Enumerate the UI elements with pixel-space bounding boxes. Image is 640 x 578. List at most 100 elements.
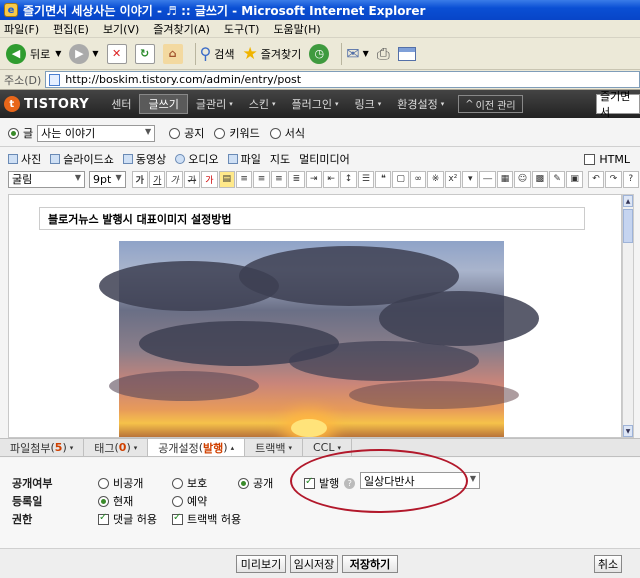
address-input[interactable]: http://boskim.tistory.com/admin/entry/po… bbox=[45, 71, 640, 88]
superscript-button[interactable]: x² bbox=[444, 170, 462, 188]
special-char-button[interactable]: ※ bbox=[427, 170, 444, 188]
divider-button[interactable]: ― bbox=[479, 170, 496, 188]
allow-comments[interactable]: 댓글 허용 bbox=[98, 511, 157, 527]
menu-file[interactable]: 파일(F) bbox=[4, 21, 39, 37]
menu-view[interactable]: 보기(V) bbox=[103, 21, 139, 37]
tab-publish-settings[interactable]: 공개설정(발행) ▴ bbox=[148, 439, 246, 456]
visibility-protected[interactable]: 보호 bbox=[172, 475, 207, 491]
bold-button[interactable]: 가 bbox=[131, 170, 149, 188]
quote-button[interactable]: ❝ bbox=[375, 170, 392, 188]
insert-video-button[interactable]: 동영상 bbox=[122, 151, 166, 167]
help-button[interactable]: ? bbox=[622, 170, 639, 188]
edit-button[interactable] bbox=[397, 41, 416, 67]
emoticon-button[interactable]: ☺ bbox=[514, 170, 531, 188]
menu-help[interactable]: 도움말(H) bbox=[273, 21, 320, 37]
tab-trackback[interactable]: 트랙백 ▾ bbox=[245, 439, 303, 456]
comment-checkbox[interactable] bbox=[98, 512, 109, 525]
html-toggle[interactable]: HTML bbox=[584, 153, 630, 166]
allow-trackback[interactable]: 트랙백 허용 bbox=[172, 511, 241, 527]
nav-write[interactable]: 글쓰기 bbox=[139, 94, 188, 114]
align-center-button[interactable]: ≡ bbox=[253, 170, 270, 188]
insert-photo-button[interactable]: 사진 bbox=[8, 151, 41, 167]
insert-slideshow-button[interactable]: 슬라이드쇼 bbox=[50, 151, 114, 167]
radio-protected[interactable] bbox=[172, 477, 183, 489]
table-button[interactable]: ▦ bbox=[496, 170, 514, 188]
back-button[interactable]: ◀ 뒤로 ▼ bbox=[6, 41, 61, 67]
nav-settings[interactable]: 환경설정 ▾ bbox=[389, 94, 452, 114]
editor-scrollbar[interactable]: ▲ ▼ bbox=[622, 194, 634, 438]
radio-now[interactable] bbox=[98, 495, 109, 507]
insert-file-button[interactable]: 파일 bbox=[227, 151, 261, 167]
notice-radio[interactable] bbox=[169, 127, 181, 139]
visibility-private[interactable]: 비공개 bbox=[98, 475, 143, 491]
radio-reserve[interactable] bbox=[172, 495, 183, 507]
text-color-button[interactable]: 가 bbox=[201, 170, 218, 188]
favorites-button[interactable]: ★ 즐겨찾기 bbox=[243, 41, 302, 67]
highlight-button[interactable]: ▤ bbox=[218, 170, 235, 188]
strikethrough-button[interactable]: 가 bbox=[183, 170, 201, 188]
more-button[interactable]: ▾ bbox=[462, 170, 479, 188]
font-select[interactable]: 굴림 ▼ bbox=[8, 170, 85, 188]
stop-button[interactable]: ✕ bbox=[106, 41, 127, 67]
nav-skin[interactable]: 스킨 ▾ bbox=[241, 94, 284, 114]
insert-map-button[interactable]: 지도 bbox=[270, 151, 290, 167]
temp-save-button[interactable]: 임시저장 bbox=[290, 555, 338, 573]
underline-button[interactable]: 가 bbox=[149, 170, 166, 188]
menu-favorites[interactable]: 즐겨찾기(A) bbox=[153, 21, 210, 37]
register-now[interactable]: 현재 bbox=[98, 493, 133, 509]
indent-button[interactable]: ⇥ bbox=[305, 170, 322, 188]
insert-audio-button[interactable]: 오디오 bbox=[175, 151, 219, 167]
cancel-button[interactable]: 취소 bbox=[594, 555, 622, 573]
scroll-up-icon[interactable]: ▲ bbox=[623, 195, 633, 207]
preview-button[interactable]: 미리보기 bbox=[236, 555, 286, 573]
refresh-button[interactable]: ↻ bbox=[134, 41, 155, 67]
save-doc-button[interactable]: ▣ bbox=[566, 170, 583, 188]
prev-admin-button[interactable]: ^ 이전 관리 bbox=[458, 95, 523, 113]
visibility-public[interactable]: 공개 bbox=[238, 475, 273, 491]
undo-button[interactable]: ↶ bbox=[587, 170, 605, 188]
html-checkbox[interactable] bbox=[584, 153, 596, 165]
box-button[interactable]: ▢ bbox=[392, 170, 409, 188]
trackback-checkbox[interactable] bbox=[172, 512, 183, 525]
save-button[interactable]: 저장하기 bbox=[342, 555, 398, 573]
align-left-button[interactable]: ≡ bbox=[235, 170, 253, 188]
nav-posts[interactable]: 글관리 ▾ bbox=[188, 94, 241, 114]
line-height-button[interactable]: ↕ bbox=[340, 170, 357, 188]
editor-content[interactable]: 블로거뉴스 발행시 대표이미지 설정방법 bbox=[8, 194, 622, 438]
menu-tools[interactable]: 도구(T) bbox=[224, 21, 260, 37]
blog-name-box[interactable]: 즐기면서 bbox=[596, 90, 640, 119]
radio-private[interactable] bbox=[98, 477, 109, 489]
italic-button[interactable]: 가 bbox=[166, 170, 183, 188]
keyword-radio[interactable] bbox=[214, 127, 226, 139]
mail-button[interactable]: ✉ ▼ bbox=[346, 41, 369, 67]
post-type-radio[interactable] bbox=[8, 127, 19, 139]
menu-edit[interactable]: 편집(E) bbox=[53, 21, 89, 37]
image-button[interactable]: ▩ bbox=[531, 170, 548, 188]
category-select[interactable]: 사는 이야기 ▼ bbox=[37, 124, 156, 142]
outdent-button[interactable]: ⇤ bbox=[322, 170, 340, 188]
print-button[interactable]: ⎙ bbox=[377, 41, 390, 67]
nav-center[interactable]: 센터 bbox=[103, 94, 139, 114]
radio-public[interactable] bbox=[238, 477, 249, 489]
scroll-thumb[interactable] bbox=[623, 209, 633, 243]
forward-button[interactable]: ▶ ▼ bbox=[69, 41, 99, 67]
history-button[interactable]: ◷ bbox=[309, 41, 330, 67]
font-size-select[interactable]: 9pt ▼ bbox=[88, 170, 126, 188]
tab-tags[interactable]: 태그(0) ▾ bbox=[84, 439, 149, 456]
scroll-down-icon[interactable]: ▼ bbox=[623, 425, 633, 437]
tab-attachments[interactable]: 파일첨부(5) ▾ bbox=[0, 439, 85, 456]
link-button[interactable]: ∞ bbox=[409, 170, 427, 188]
align-justify-button[interactable]: ≣ bbox=[288, 170, 305, 188]
search-button[interactable]: ⚲ 검색 bbox=[200, 41, 235, 67]
spellcheck-button[interactable]: ✎ bbox=[549, 170, 566, 188]
align-right-button[interactable]: ≡ bbox=[270, 170, 288, 188]
post-title-input[interactable]: 블로거뉴스 발행시 대표이미지 설정방법 bbox=[39, 207, 585, 230]
home-button[interactable]: ⌂ bbox=[162, 41, 183, 67]
redo-button[interactable]: ↷ bbox=[605, 170, 622, 188]
tistory-logo[interactable]: t TISTORY bbox=[4, 96, 89, 112]
nav-link[interactable]: 링크 ▾ bbox=[346, 94, 389, 114]
register-reserve[interactable]: 예약 bbox=[172, 493, 207, 509]
nav-plugin[interactable]: 플러그인 ▾ bbox=[283, 94, 346, 114]
list-button[interactable]: ☰ bbox=[357, 170, 375, 188]
insert-multimedia-button[interactable]: 멀티미디어 bbox=[299, 151, 350, 167]
